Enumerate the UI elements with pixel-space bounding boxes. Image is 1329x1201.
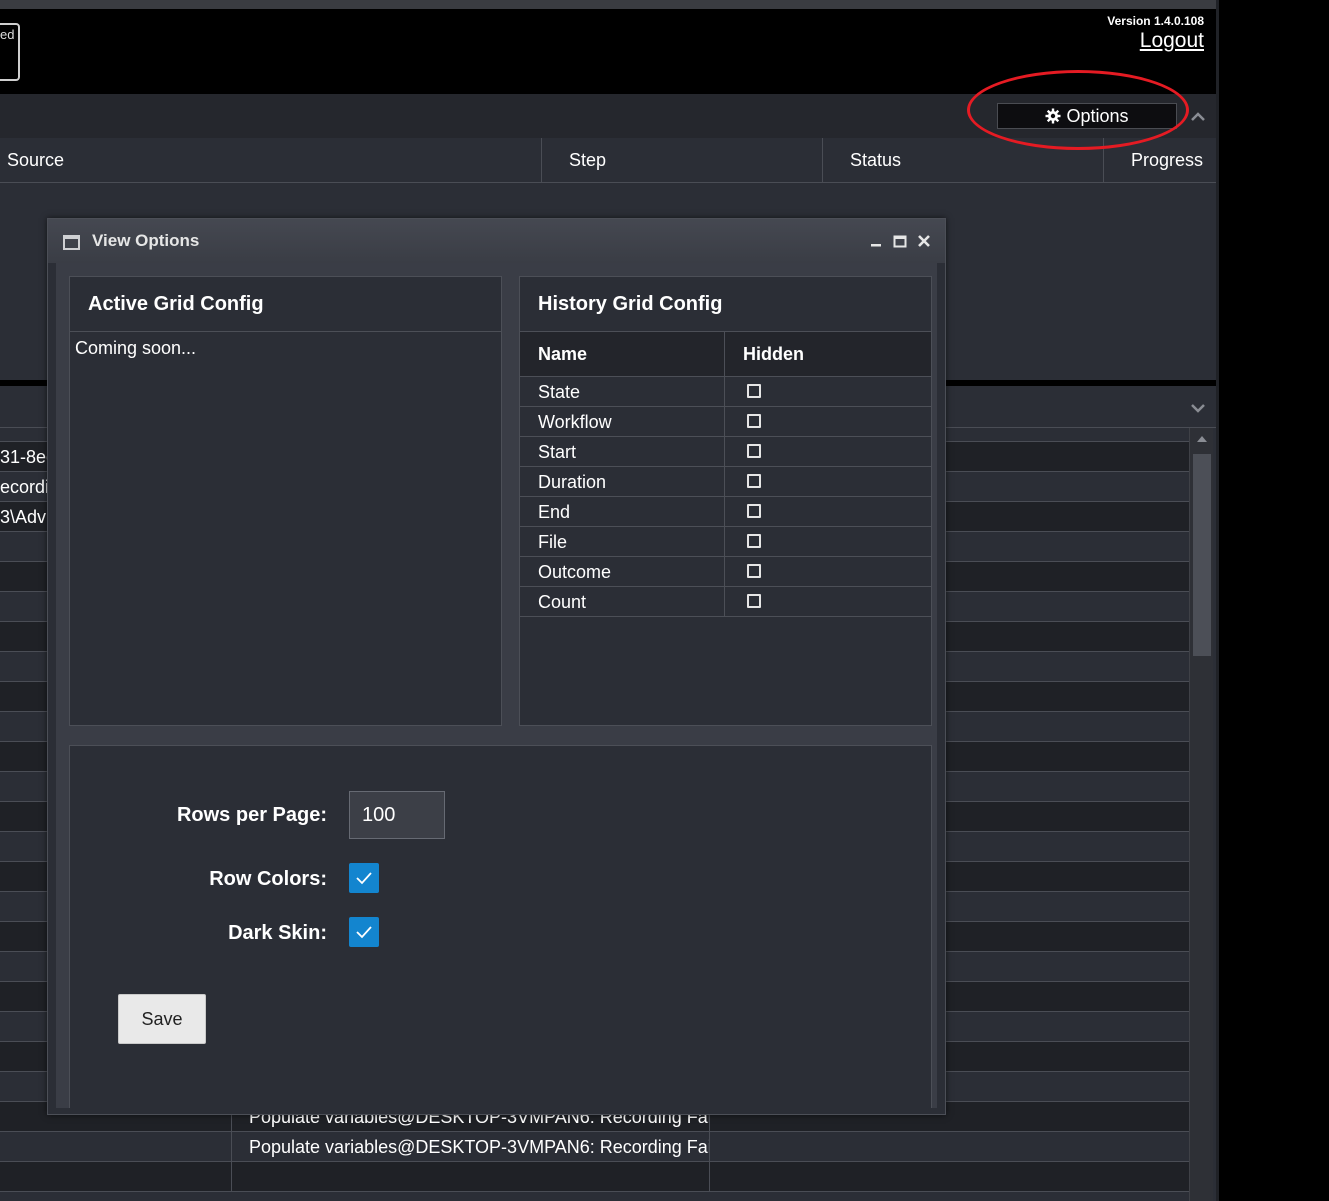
hidden-checkbox[interactable] <box>747 474 761 488</box>
minimize-icon[interactable] <box>868 233 884 249</box>
options-button[interactable]: Options <box>997 103 1177 129</box>
chevron-up-icon[interactable] <box>1190 110 1206 122</box>
options-bar: Options <box>0 94 1219 138</box>
column-header-step[interactable]: Step <box>542 138 823 182</box>
hidden-checkbox[interactable] <box>747 384 761 398</box>
column-header-name: Name <box>520 332 725 377</box>
hidden-checkbox[interactable] <box>747 444 761 458</box>
dark-skin-label: Dark Skin: <box>228 922 327 944</box>
dialog-title: View Options <box>92 231 200 250</box>
config-row-name: Outcome <box>520 557 725 587</box>
settings-panel: Rows per Page: Row Colors: Dark Skin: Sa… <box>69 745 932 1108</box>
config-row: File <box>520 527 931 557</box>
outside-area <box>1219 0 1329 1201</box>
rows-per-page-input[interactable] <box>349 791 445 839</box>
config-row: Start <box>520 437 931 467</box>
config-row-name: Start <box>520 437 725 467</box>
row-colors-checkbox[interactable] <box>349 863 379 893</box>
hidden-checkbox[interactable] <box>747 504 761 518</box>
rows-per-page-label: Rows per Page: <box>176 804 327 826</box>
config-row-name: Duration <box>520 467 725 497</box>
scroll-up-arrow-icon[interactable] <box>1196 434 1208 444</box>
column-header-source[interactable]: Source <box>0 138 542 182</box>
dark-skin-checkbox[interactable] <box>349 917 379 947</box>
close-icon[interactable] <box>916 233 932 249</box>
logo: ed <box>0 23 20 81</box>
table-cell: Populate variables@DESKTOP-3VMPAN6: Reco… <box>232 1132 710 1162</box>
config-row: Workflow <box>520 407 931 437</box>
table-cell <box>0 1162 232 1192</box>
hidden-checkbox[interactable] <box>747 534 761 548</box>
logout-link[interactable]: Logout <box>1140 29 1204 53</box>
config-row-name: File <box>520 527 725 557</box>
dialog-titlebar[interactable]: View Options <box>48 219 945 263</box>
checkmark-icon <box>356 872 372 885</box>
config-row: Outcome <box>520 557 931 587</box>
dialog-body: Active Grid Config Coming soon... Histor… <box>56 263 937 1108</box>
active-grid-header: Source Step Status Progress <box>0 138 1216 183</box>
config-row: State <box>520 377 931 407</box>
view-options-dialog: View Options Active Grid Config Coming s… <box>47 218 946 1115</box>
window-icon <box>63 235 80 250</box>
save-button[interactable]: Save <box>118 994 206 1044</box>
config-row-name: Workflow <box>520 407 725 437</box>
chevron-down-icon[interactable] <box>1190 402 1206 414</box>
column-header-status[interactable]: Status <box>823 138 1104 182</box>
checkmark-icon <box>356 926 372 939</box>
row-colors-label: Row Colors: <box>209 868 327 890</box>
config-row: Duration <box>520 467 931 497</box>
column-header-progress[interactable]: Progress <box>1104 138 1216 182</box>
history-grid-config-title: History Grid Config <box>520 277 931 332</box>
version-label: Version 1.4.0.108 <box>1107 14 1204 28</box>
gear-icon <box>1045 108 1061 124</box>
logo-text: ed <box>0 27 15 42</box>
maximize-icon[interactable] <box>892 233 908 249</box>
vertical-scrollbar[interactable] <box>1189 428 1213 1201</box>
top-strip <box>0 0 1219 9</box>
active-grid-config-title: Active Grid Config <box>70 277 501 332</box>
table-cell <box>232 1162 710 1192</box>
config-row-name: End <box>520 497 725 527</box>
header: ed Version 1.4.0.108 Logout <box>0 9 1219 94</box>
hidden-checkbox[interactable] <box>747 414 761 428</box>
table-cell <box>0 1132 232 1162</box>
config-row-name: Count <box>520 587 725 617</box>
active-grid-config-panel: Active Grid Config Coming soon... <box>69 276 502 726</box>
hidden-checkbox[interactable] <box>747 564 761 578</box>
config-row: End <box>520 497 931 527</box>
hidden-checkbox[interactable] <box>747 594 761 608</box>
column-header-hidden: Hidden <box>743 344 804 364</box>
table-row[interactable] <box>0 1162 1189 1192</box>
table-row[interactable]: Populate variables@DESKTOP-3VMPAN6: Reco… <box>0 1132 1189 1162</box>
coming-soon-text: Coming soon... <box>75 338 197 358</box>
config-row-name: State <box>520 377 725 407</box>
history-grid-config-panel: History Grid Config Name Hidden State Wor… <box>519 276 932 726</box>
options-label: Options <box>1066 105 1129 126</box>
history-config-table-header: Name Hidden <box>520 332 931 377</box>
config-row: Count <box>520 587 931 617</box>
scrollbar-thumb[interactable] <box>1193 454 1211 656</box>
